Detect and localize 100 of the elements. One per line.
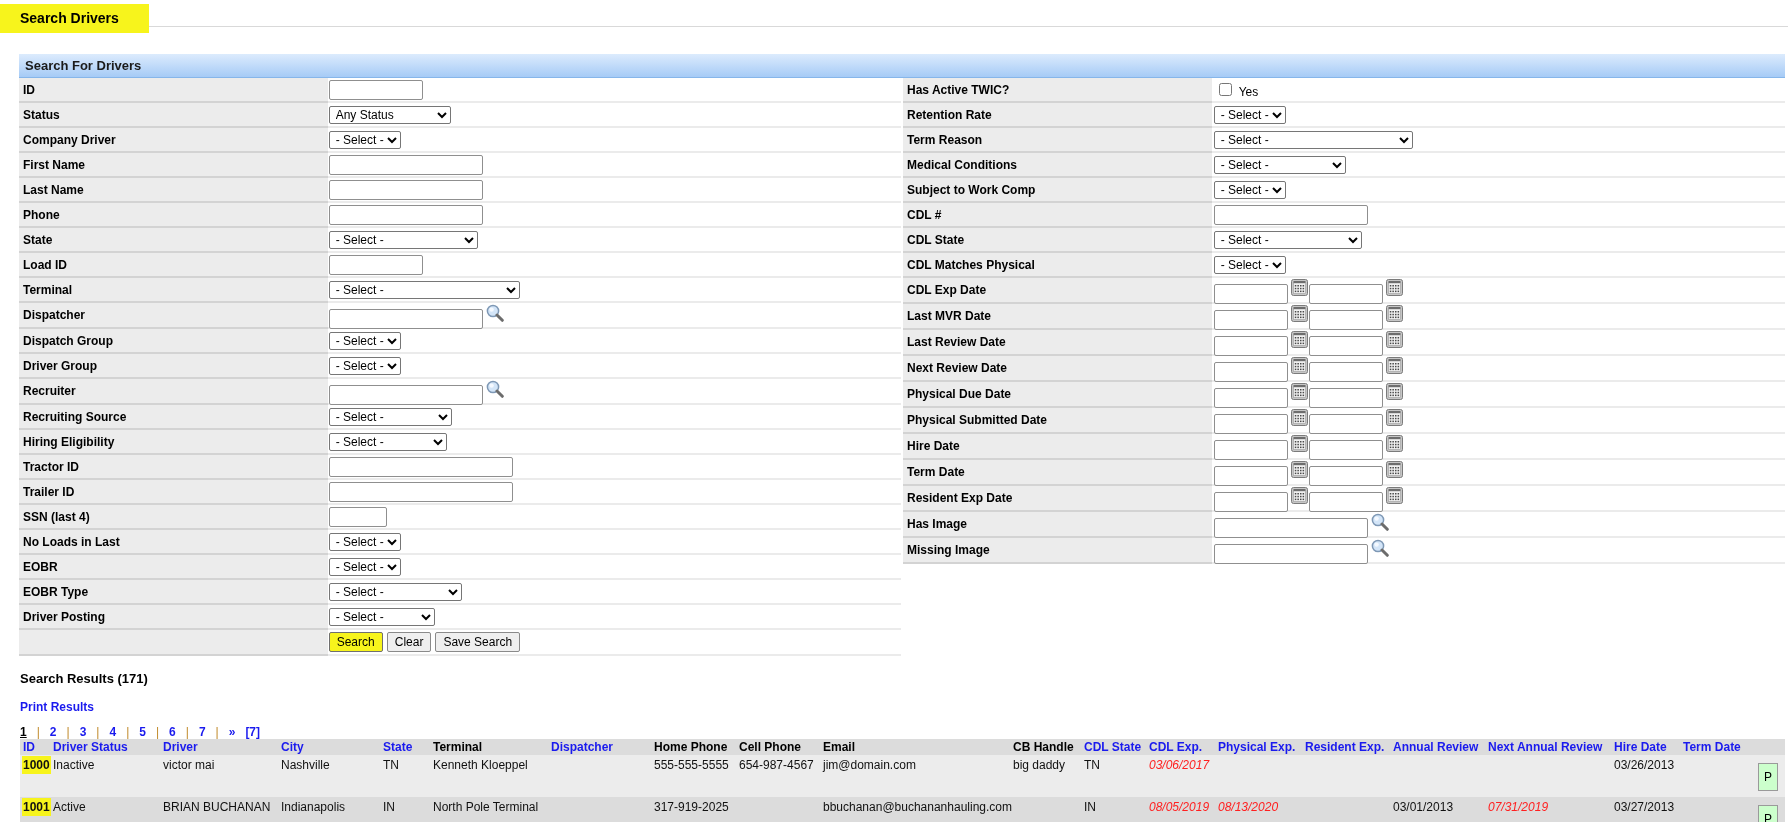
text-field[interactable]: [328, 456, 513, 477]
dropdown[interactable]: - Select -: [328, 230, 478, 249]
date-field[interactable]: [1308, 388, 1383, 408]
dropdown[interactable]: - Select -: [1213, 105, 1286, 124]
calendar-icon[interactable]: [1385, 279, 1403, 296]
date-field[interactable]: [1213, 414, 1288, 434]
column-header[interactable]: State: [383, 740, 413, 754]
calendar-icon[interactable]: [1385, 331, 1403, 348]
print-button[interactable]: P: [1758, 763, 1778, 791]
dropdown[interactable]: - Select -: [328, 582, 462, 601]
date-field[interactable]: [1308, 362, 1383, 382]
dropdown[interactable]: - Select -: [1213, 230, 1362, 249]
column-header[interactable]: Driver Status: [53, 740, 128, 754]
column-header[interactable]: Next Annual Review: [1488, 740, 1603, 754]
date-field[interactable]: [1308, 466, 1383, 486]
calendar-icon[interactable]: [1385, 305, 1403, 322]
column-header[interactable]: Physical Exp.: [1218, 740, 1296, 754]
dropdown[interactable]: - Select -: [328, 557, 401, 576]
calendar-icon[interactable]: [1290, 409, 1308, 426]
dropdown[interactable]: - Select -: [328, 407, 452, 426]
dropdown[interactable]: - Select -: [328, 607, 435, 626]
text-field[interactable]: [328, 506, 387, 527]
date-field[interactable]: [1213, 492, 1288, 512]
print-results-link[interactable]: Print Results: [20, 700, 94, 714]
dropdown[interactable]: - Select -: [328, 432, 447, 451]
text-field[interactable]: [328, 309, 483, 329]
column-header[interactable]: Term Date: [1683, 740, 1741, 754]
page-link[interactable]: 5: [139, 725, 146, 739]
column-header[interactable]: CDL State: [1084, 740, 1142, 754]
date-field[interactable]: [1213, 310, 1288, 330]
date-field[interactable]: [1308, 492, 1383, 512]
date-field[interactable]: [1213, 440, 1288, 460]
dropdown[interactable]: - Select -: [328, 532, 401, 551]
dropdown[interactable]: - Select -: [328, 280, 520, 299]
calendar-icon[interactable]: [1290, 487, 1308, 504]
date-field[interactable]: [1213, 388, 1288, 408]
column-header[interactable]: Dispatcher: [551, 740, 614, 754]
calendar-icon[interactable]: [1385, 461, 1403, 478]
date-field[interactable]: [1308, 336, 1383, 356]
search-icon[interactable]: [485, 304, 504, 322]
column-header[interactable]: ID: [23, 740, 35, 754]
dropdown[interactable]: - Select -: [1213, 255, 1286, 274]
search-icon[interactable]: [1370, 539, 1389, 557]
last-page-link[interactable]: [7]: [245, 725, 261, 739]
text-field[interactable]: [328, 154, 483, 175]
calendar-icon[interactable]: [1385, 409, 1403, 426]
column-header[interactable]: Annual Review: [1393, 740, 1479, 754]
text-field[interactable]: [328, 254, 423, 275]
page-link[interactable]: 3: [79, 725, 87, 739]
calendar-icon[interactable]: [1290, 331, 1308, 348]
text-field[interactable]: [328, 204, 483, 225]
column-header[interactable]: CDL Exp.: [1149, 740, 1203, 754]
date-field[interactable]: [1308, 284, 1383, 304]
dropdown[interactable]: Any Status: [328, 105, 451, 124]
page-link[interactable]: 7: [198, 725, 206, 739]
date-field[interactable]: [1213, 336, 1288, 356]
column-header[interactable]: Resident Exp.: [1305, 740, 1385, 754]
date-field[interactable]: [1213, 362, 1288, 382]
date-field[interactable]: [1308, 310, 1383, 330]
text-field[interactable]: [328, 179, 483, 200]
calendar-icon[interactable]: [1290, 357, 1308, 374]
text-field[interactable]: [328, 385, 483, 405]
column-header[interactable]: Driver: [163, 740, 198, 754]
dropdown[interactable]: - Select -: [328, 356, 401, 375]
page-link[interactable]: 4: [109, 725, 117, 739]
date-field[interactable]: [1308, 414, 1383, 434]
page-link[interactable]: 2: [49, 725, 57, 739]
calendar-icon[interactable]: [1290, 461, 1308, 478]
checkbox[interactable]: [1218, 83, 1232, 96]
calendar-icon[interactable]: [1290, 435, 1308, 452]
text-field[interactable]: [1213, 544, 1368, 564]
text-field[interactable]: [328, 481, 513, 502]
calendar-icon[interactable]: [1385, 357, 1403, 374]
calendar-icon[interactable]: [1385, 383, 1403, 400]
search-button[interactable]: Search: [328, 632, 383, 652]
save-search-button[interactable]: Save Search: [435, 632, 521, 652]
page-link[interactable]: 6: [169, 725, 176, 739]
page-link[interactable]: 1: [20, 725, 27, 739]
dropdown[interactable]: - Select -: [1213, 155, 1346, 174]
calendar-icon[interactable]: [1290, 383, 1308, 400]
date-field[interactable]: [1308, 440, 1383, 460]
dropdown[interactable]: - Select -: [328, 331, 401, 350]
text-field[interactable]: [1213, 204, 1368, 225]
clear-button[interactable]: Clear: [386, 632, 432, 652]
calendar-icon[interactable]: [1385, 435, 1403, 452]
calendar-icon[interactable]: [1290, 279, 1308, 296]
calendar-icon[interactable]: [1385, 487, 1403, 504]
date-field[interactable]: [1213, 466, 1288, 486]
date-field[interactable]: [1213, 284, 1288, 304]
search-icon[interactable]: [1370, 513, 1389, 531]
next-page-link[interactable]: »: [228, 725, 236, 739]
dropdown[interactable]: - Select -: [1213, 130, 1413, 149]
column-header[interactable]: City: [281, 740, 304, 754]
text-field[interactable]: [1213, 518, 1368, 538]
search-icon[interactable]: [485, 380, 504, 398]
calendar-icon[interactable]: [1290, 305, 1308, 322]
dropdown[interactable]: - Select -: [328, 130, 401, 149]
text-field[interactable]: [328, 79, 423, 100]
column-header[interactable]: Hire Date: [1614, 740, 1667, 754]
dropdown[interactable]: - Select -: [1213, 180, 1286, 199]
